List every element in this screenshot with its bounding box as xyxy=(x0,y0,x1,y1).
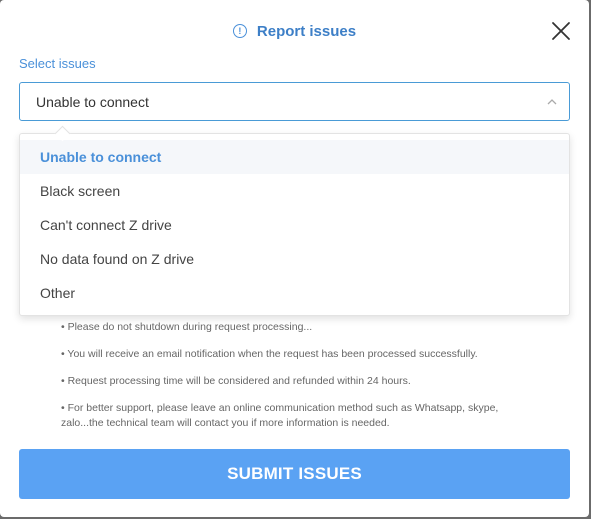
note-item: • For better support, please leave an on… xyxy=(61,402,499,429)
info-circle-icon: ! xyxy=(232,24,247,38)
dropdown-option-black-screen[interactable]: Black screen xyxy=(20,174,569,208)
submit-issues-button[interactable]: SUBMIT ISSUES xyxy=(19,449,570,499)
issue-select-value: Unable to connect xyxy=(36,93,149,110)
notes-list: • Please do not shutdown during request … xyxy=(61,320,541,443)
dropdown-option-unable-to-connect[interactable]: Unable to connect xyxy=(20,140,569,174)
note-item: • Request processing time will be consid… xyxy=(61,375,411,387)
close-icon xyxy=(552,22,570,40)
modal-title: Report issues xyxy=(256,22,357,40)
modal-header: ! Report issues xyxy=(0,18,589,44)
chevron-up-icon xyxy=(547,99,557,105)
close-button[interactable] xyxy=(551,21,571,41)
note-item: • Please do not shutdown during request … xyxy=(61,321,313,333)
report-issues-modal: ! Report issues Select issues Unable to … xyxy=(0,0,589,517)
select-issues-label: Select issues xyxy=(19,56,96,71)
note-item: • You will receive an email notification… xyxy=(61,348,478,360)
issue-select[interactable]: Unable to connect xyxy=(19,82,570,121)
dropdown-option-cant-connect-z-drive[interactable]: Can't connect Z drive xyxy=(20,208,569,242)
dropdown-pointer xyxy=(54,125,71,142)
issue-dropdown: Unable to connect Black screen Can't con… xyxy=(19,125,570,316)
dropdown-option-no-data-z-drive[interactable]: No data found on Z drive xyxy=(20,242,569,276)
dropdown-option-other[interactable]: Other xyxy=(20,276,569,310)
